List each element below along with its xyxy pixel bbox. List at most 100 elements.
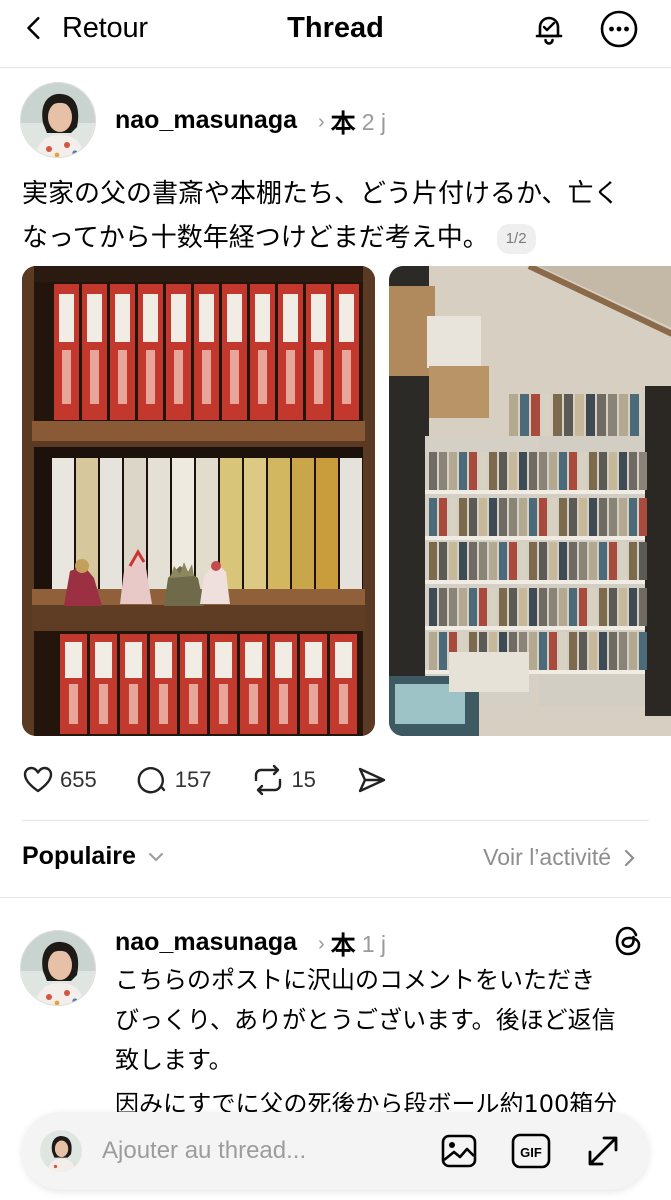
book-label	[115, 294, 130, 342]
reply-input[interactable]	[102, 1132, 402, 1170]
like-button[interactable]: 655	[22, 764, 97, 796]
book-spine	[429, 588, 437, 626]
book-spine	[639, 452, 647, 490]
book-title	[174, 350, 183, 404]
book-spine	[499, 588, 507, 626]
book-spine	[569, 632, 577, 670]
reply-topic[interactable]: 本	[331, 926, 356, 962]
book-spine	[148, 458, 170, 590]
composer-avatar	[40, 1130, 82, 1172]
book-spine	[100, 458, 122, 590]
book-spine	[469, 588, 477, 626]
shelf-board	[425, 580, 645, 584]
book-spine	[429, 498, 437, 536]
book-spine	[639, 498, 647, 536]
heart-icon	[23, 766, 53, 793]
book-spine	[579, 632, 587, 670]
book-spine	[639, 542, 647, 580]
book-spine	[429, 452, 437, 490]
book-spine	[599, 542, 607, 580]
add-image-button[interactable]	[439, 1131, 479, 1171]
book-spine	[340, 458, 362, 590]
post-username[interactable]: nao_masunaga	[115, 106, 297, 135]
share-button[interactable]	[356, 764, 388, 796]
book-spine	[429, 542, 437, 580]
book-spine	[579, 452, 587, 490]
book-spine	[599, 498, 607, 536]
book-spine	[529, 452, 537, 490]
book-spine	[608, 394, 617, 436]
expand-composer-button[interactable]	[583, 1131, 623, 1171]
book-title	[129, 684, 138, 724]
book-spine	[539, 588, 547, 626]
book-label	[283, 294, 298, 342]
avatar[interactable]	[20, 82, 96, 158]
book-spine	[619, 498, 627, 536]
book-spine	[520, 394, 529, 436]
more-horizontal-icon	[600, 10, 638, 48]
book-label	[59, 294, 74, 342]
book-title	[339, 684, 348, 724]
page-indicator: 1/2	[496, 223, 536, 254]
more-options-button[interactable]	[598, 8, 640, 50]
book-spine	[509, 394, 518, 436]
book-spine	[629, 588, 637, 626]
book-spine	[599, 588, 607, 626]
post-image-2[interactable]	[389, 266, 671, 736]
book-spine	[559, 498, 567, 536]
sort-dropdown[interactable]: Populaire	[22, 842, 166, 871]
book-label	[95, 642, 112, 678]
book-spine	[575, 394, 584, 436]
book-spine	[479, 452, 487, 490]
book-label	[311, 294, 326, 342]
repost-count: 15	[291, 767, 316, 792]
book-spine	[459, 588, 467, 626]
book-spine	[439, 542, 447, 580]
book-title	[249, 684, 258, 724]
book-spine	[449, 588, 457, 626]
book-spine	[629, 452, 637, 490]
view-activity-link[interactable]: Voir l’activité	[483, 844, 637, 871]
repost-icon	[255, 764, 282, 796]
book-spine	[439, 452, 447, 490]
book-spine	[509, 542, 517, 580]
book-spine	[449, 542, 457, 580]
sort-label: Populaire	[22, 842, 136, 870]
book-spine	[439, 588, 447, 626]
comment-bubble-icon	[137, 767, 165, 794]
book-spine	[244, 458, 266, 590]
book-spine	[479, 588, 487, 626]
reply-username[interactable]: nao_masunaga	[115, 928, 297, 957]
comment-button[interactable]: 157	[137, 764, 211, 796]
book-spine	[539, 632, 547, 670]
reply-text-line: こちらのポストに沢山のコメントをいただき	[115, 966, 595, 994]
book-spine	[597, 394, 606, 436]
repost-button[interactable]: 15	[251, 764, 316, 796]
book-label	[275, 642, 292, 678]
book-label	[335, 642, 352, 678]
book-label	[245, 642, 262, 678]
back-button[interactable]: Retour	[22, 10, 148, 46]
book-spine	[529, 498, 537, 536]
book-spine	[539, 498, 547, 536]
book-spine	[489, 542, 497, 580]
reply-avatar[interactable]	[20, 930, 96, 1006]
post-topic[interactable]: 本	[331, 104, 356, 140]
reply-text-line: びっくり、ありがとうございます。後ほど返信	[115, 1006, 616, 1034]
book-spine	[439, 498, 447, 536]
notifications-button[interactable]	[528, 8, 570, 50]
back-label: Retour	[62, 11, 148, 44]
add-gif-button[interactable]: GIF	[511, 1131, 551, 1171]
bell-icon	[535, 16, 563, 45]
book-spine	[569, 498, 577, 536]
book-spine	[52, 458, 74, 590]
post-image-1[interactable]	[22, 266, 375, 736]
chevron-right-icon: ›	[318, 110, 325, 133]
threads-logo-icon[interactable]	[612, 924, 644, 958]
book-title	[279, 684, 288, 724]
book-label	[215, 642, 232, 678]
book-spine	[553, 394, 562, 436]
book-spine	[559, 542, 567, 580]
post-time: 2 j	[361, 108, 386, 135]
top-bar: Retour Thread	[0, 0, 671, 68]
